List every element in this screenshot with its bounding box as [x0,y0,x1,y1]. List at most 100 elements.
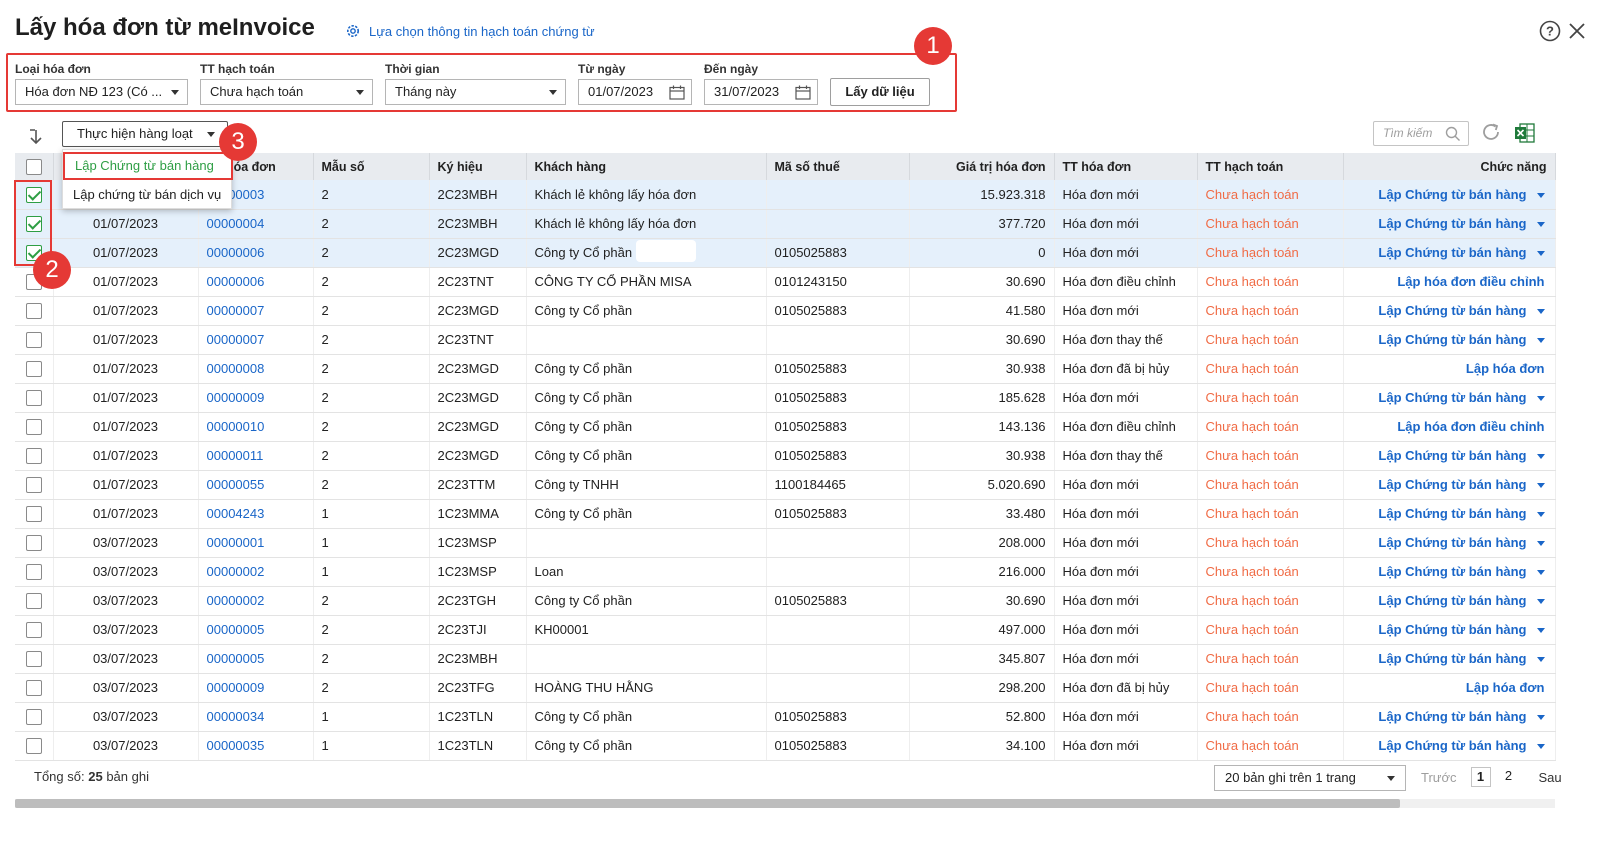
table-row[interactable]: 03/07/2023 00000001 1 1C23MSP 208.000 Hóa đơn… [15,528,1556,558]
menu-item-service-voucher[interactable]: Lập chứng từ bán dịch vụ [63,181,233,209]
chevron-down-icon[interactable] [1536,570,1545,576]
row-function-button[interactable]: Lập Chứng từ bán hàng [1343,586,1556,616]
row-function-button[interactable]: Lập Chứng từ bán hàng [1343,325,1556,355]
invoice-number-link[interactable]: 00000002 [198,557,314,587]
chevron-down-icon[interactable] [1536,192,1545,198]
sort-down-icon[interactable] [26,127,46,147]
chevron-down-icon[interactable] [1536,512,1545,518]
row-select-cell[interactable] [15,615,54,645]
row-select-cell[interactable] [15,470,54,500]
page-2-button[interactable]: 2 [1499,767,1519,787]
row-function-button[interactable]: Lập Chứng từ bán hàng [1343,644,1556,674]
row-select-cell[interactable] [15,731,54,761]
chevron-down-icon[interactable] [1536,454,1545,460]
row-function-button[interactable]: Lập Chứng từ bán hàng [1343,470,1556,500]
row-select-cell[interactable] [15,557,54,587]
row-function-button[interactable]: Lập Chứng từ bán hàng [1343,731,1556,761]
row-checkbox[interactable] [25,534,42,551]
row-checkbox[interactable] [25,621,42,638]
table-row[interactable]: 03/07/2023 00000009 2 2C23TFG HOÀNG THU HẰNG… [15,673,1556,703]
row-function-button[interactable]: Lập Chứng từ bán hàng [1343,296,1556,326]
row-select-cell[interactable] [15,702,54,732]
search-input[interactable]: Tìm kiếm [1373,121,1469,146]
row-function-button[interactable]: Lập hóa đơn điều chỉnh [1343,412,1556,442]
row-function-button[interactable]: Lập Chứng từ bán hàng [1343,180,1556,210]
row-select-cell[interactable] [15,673,54,703]
table-row[interactable]: 03/07/2023 00000005 2 2C23TJI KH00001 497.000… [15,615,1556,645]
row-select-cell[interactable] [15,325,54,355]
page-1-button[interactable]: 1 [1470,767,1491,787]
chevron-down-icon[interactable] [1536,222,1545,228]
invoice-number-link[interactable]: 00000006 [198,238,314,268]
close-icon[interactable] [1567,21,1587,41]
row-checkbox[interactable] [25,708,42,725]
invoice-number-link[interactable]: 00000005 [198,615,314,645]
invoice-number-link[interactable]: 00000007 [198,325,314,355]
menu-item-sales-voucher[interactable]: Lập Chứng từ bán hàng [63,152,233,180]
chevron-down-icon[interactable] [1536,396,1545,402]
table-row[interactable]: 01/07/2023 00000007 2 2C23MGD Công ty Cổ phầ… [15,296,1556,326]
chevron-down-icon[interactable] [1536,744,1545,750]
row-function-button[interactable]: Lập hóa đơn điều chỉnh [1343,267,1556,297]
table-row[interactable]: 03/07/2023 00000002 1 1C23MSP Loan 216.000 Hóa… [15,557,1556,587]
table-row[interactable]: 01/07/2023 00000008 2 2C23MGD Công ty Cổ phầ… [15,354,1556,384]
row-checkbox[interactable] [25,331,42,348]
header-template[interactable]: Mẫu số [313,153,430,180]
row-function-button[interactable]: Lập Chứng từ bán hàng [1343,615,1556,645]
row-function-button[interactable]: Lập hóa đơn [1343,354,1556,384]
row-select-cell[interactable] [15,441,54,471]
prev-page-button[interactable]: Trước [1421,770,1457,785]
page-size-select[interactable]: 20 bản ghi trên 1 trang [1214,765,1406,791]
horizontal-scrollbar[interactable] [15,799,1555,808]
row-select-cell[interactable] [15,644,54,674]
table-row[interactable]: 01/07/2023 00004243 1 1C23MMA Công ty Cổ phầ… [15,499,1556,529]
chevron-down-icon[interactable] [1536,628,1545,634]
invoice-number-link[interactable]: 00000009 [198,383,314,413]
calendar-icon[interactable] [669,85,685,100]
invoice-type-select[interactable]: Hóa đơn NĐ 123 (Có ... [15,79,188,105]
invoice-number-link[interactable]: 00000035 [198,731,314,761]
row-checkbox[interactable] [25,505,42,522]
time-select[interactable]: Tháng này [385,79,566,105]
invoice-number-link[interactable]: 00000005 [198,644,314,674]
invoice-number-link[interactable]: 00000002 [198,586,314,616]
row-checkbox[interactable] [25,418,42,435]
row-function-button[interactable]: Lập Chứng từ bán hàng [1343,238,1556,268]
table-row[interactable]: 00000003 2 2C23MBH Khách lẻ không lấy hóa đ… [15,180,1556,210]
select-all-checkbox[interactable] [25,158,42,175]
invoice-number-link[interactable]: 00000004 [198,209,314,239]
row-select-cell[interactable] [15,499,54,529]
refresh-icon[interactable] [1480,121,1502,143]
table-row[interactable]: 03/07/2023 00000002 2 2C23TGH Công ty Cổ phầ… [15,586,1556,616]
help-icon[interactable]: ? [1539,20,1561,42]
row-select-cell[interactable] [15,383,54,413]
table-row[interactable]: 01/07/2023 00000004 2 2C23MBH Khách lẻ không… [15,209,1556,239]
row-checkbox[interactable] [25,389,42,406]
invoice-number-link[interactable]: 00000009 [198,673,314,703]
row-function-button[interactable]: Lập Chứng từ bán hàng [1343,383,1556,413]
table-row[interactable]: 01/07/2023 00000006 2 2C23MGD Công ty Cổ phầ… [15,238,1556,268]
row-checkbox[interactable] [25,650,42,667]
table-row[interactable]: 01/07/2023 00000010 2 2C23MGD Công ty Cổ phầ… [15,412,1556,442]
next-page-button[interactable]: Sau [1539,770,1562,785]
from-date-input[interactable]: 01/07/2023 [578,79,692,105]
to-date-input[interactable]: 31/07/2023 [704,79,818,105]
excel-export-icon[interactable] [1514,122,1536,144]
invoice-number-link[interactable]: 00000011 [198,441,314,471]
calendar-icon[interactable] [795,85,811,100]
header-tax-code[interactable]: Mã số thuế [766,153,910,180]
row-checkbox[interactable] [25,679,42,696]
header-accounting-status[interactable]: TT hạch toán [1197,153,1344,180]
header-invoice-status[interactable]: TT hóa đơn [1054,153,1198,180]
chevron-down-icon[interactable] [1536,338,1545,344]
row-checkbox[interactable] [25,302,42,319]
invoice-number-link[interactable]: 00000001 [198,528,314,558]
chevron-down-icon[interactable] [1536,541,1545,547]
row-checkbox[interactable] [25,592,42,609]
row-function-button[interactable]: Lập Chứng từ bán hàng [1343,441,1556,471]
chevron-down-icon[interactable] [1536,657,1545,663]
table-row[interactable]: 03/07/2023 00000035 1 1C23TLN Công ty Cổ phầ… [15,731,1556,761]
row-function-button[interactable]: Lập Chứng từ bán hàng [1343,499,1556,529]
row-function-button[interactable]: Lập Chứng từ bán hàng [1343,209,1556,239]
row-select-cell[interactable] [15,296,54,326]
